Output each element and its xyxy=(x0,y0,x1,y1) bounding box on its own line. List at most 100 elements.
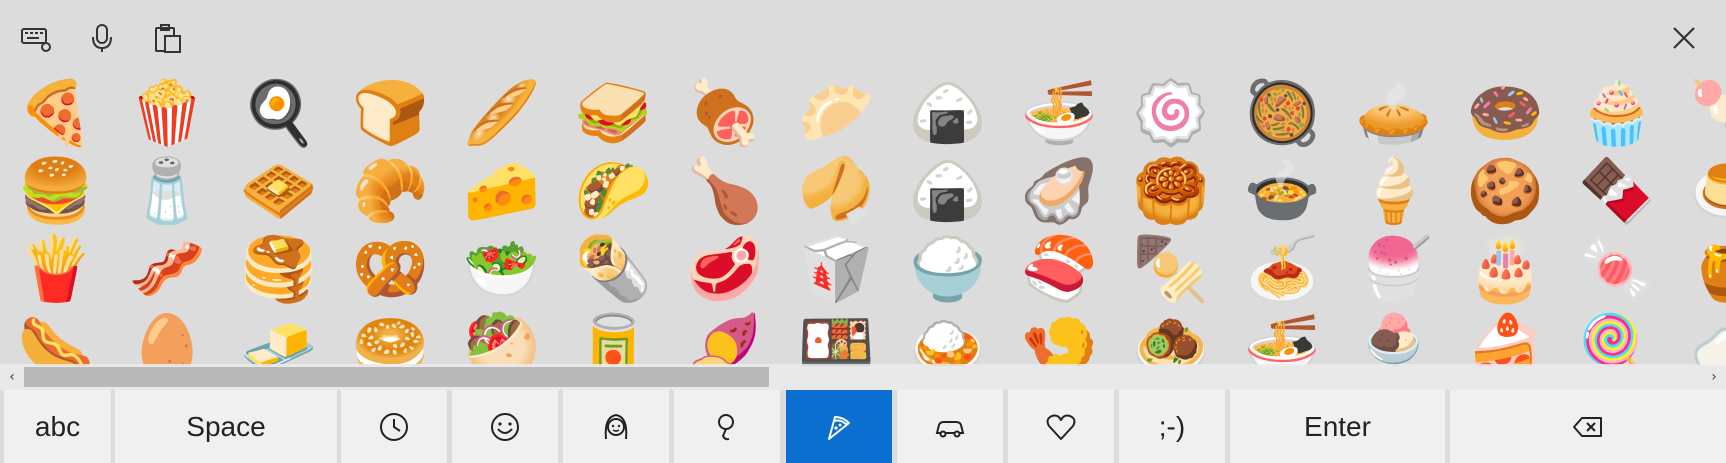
dictation-button[interactable] xyxy=(80,18,124,58)
emoji-cell[interactable]: 🦪 xyxy=(1004,152,1116,230)
emoji-cell[interactable]: 🍙 xyxy=(892,152,1004,230)
emoji-cell[interactable]: 🍛 xyxy=(892,308,1004,367)
close-button[interactable] xyxy=(1662,18,1706,58)
emoji-cell[interactable]: 🧆 xyxy=(1115,308,1227,367)
emoji-cell[interactable]: 🥮 xyxy=(1115,152,1227,230)
category-people[interactable] xyxy=(563,390,669,463)
emoji-cell[interactable]: 🍭 xyxy=(1561,308,1673,367)
emoji-cell[interactable]: 🍮 xyxy=(1673,152,1726,230)
backspace-icon xyxy=(1573,416,1602,437)
category-kaomoji[interactable]: ;-) xyxy=(1119,390,1225,463)
emoji-cell[interactable]: 🍧 xyxy=(1338,230,1450,308)
emoji-panel-toolbar xyxy=(0,0,1726,74)
recent-icon xyxy=(380,412,408,441)
emoji-cell[interactable]: 🍞 xyxy=(335,74,447,152)
category-celebrations[interactable] xyxy=(674,390,780,463)
emoji-cell[interactable]: 🍣 xyxy=(1004,230,1116,308)
emoji-cell[interactable]: 🥧 xyxy=(1338,74,1450,152)
abc-key[interactable]: abc xyxy=(4,390,111,463)
emoji-cell[interactable]: 🍡 xyxy=(1673,74,1726,152)
emoji-cell[interactable]: 🍪 xyxy=(1450,152,1562,230)
category-food[interactable] xyxy=(786,390,892,463)
emoji-grid: 🍕🍿🍳🍞🥖🥪🍖🥟🍙🍜🍥🥘🥧🍩🧁🍡🍔🧂🧇🥐🧀🌮🍗🥠🍙🦪🥮🍲🍦🍪🍫🍮🍟🥓🥞🥨🥗🌯🥩🥡… xyxy=(0,74,1726,367)
emoji-cell[interactable]: 🌭 xyxy=(0,308,112,367)
space-key[interactable]: Space xyxy=(115,390,337,463)
emoji-cell[interactable]: 🍨 xyxy=(1338,308,1450,367)
keyboard-settings-button[interactable] xyxy=(14,18,58,58)
emoji-cell[interactable]: 🍜 xyxy=(1004,74,1116,152)
emoji-cell[interactable]: 🥪 xyxy=(558,74,670,152)
emoji-cell[interactable]: 🍔 xyxy=(0,152,112,230)
travel-icon xyxy=(935,420,965,437)
emoji-cell[interactable]: 🥟 xyxy=(781,74,893,152)
emoji-cell[interactable]: 🎂 xyxy=(1450,230,1562,308)
emoji-cell[interactable]: 🍕 xyxy=(0,74,112,152)
category-symbols[interactable] xyxy=(1008,390,1114,463)
emoji-cell[interactable]: 🥘 xyxy=(1227,74,1339,152)
emoji-cell[interactable]: 🍤 xyxy=(1004,308,1116,367)
emoji-cell[interactable]: 🥡 xyxy=(781,230,893,308)
emoji-cell[interactable]: 🥠 xyxy=(781,152,893,230)
emoji-cell[interactable]: 🥐 xyxy=(335,152,447,230)
scroll-left-arrow[interactable]: ‹ xyxy=(0,364,24,390)
emoji-cell[interactable]: 🍝 xyxy=(1227,230,1339,308)
emoji-cell[interactable]: 🧂 xyxy=(112,152,224,230)
smiley-icon xyxy=(491,412,519,441)
emoji-cell[interactable]: 🍿 xyxy=(112,74,224,152)
keyboard-settings-icon xyxy=(21,28,51,52)
emoji-cell[interactable]: 🧇 xyxy=(223,152,335,230)
emoji-cell[interactable]: 🍩 xyxy=(1450,74,1562,152)
emoji-cell[interactable]: 🍫 xyxy=(1561,152,1673,230)
emoji-cell[interactable]: 🥞 xyxy=(223,230,335,308)
clipboard-button[interactable] xyxy=(146,18,190,58)
emoji-cell[interactable]: 🌮 xyxy=(558,152,670,230)
emoji-cell[interactable]: 🍠 xyxy=(669,308,781,367)
emoji-cell[interactable]: 🥨 xyxy=(335,230,447,308)
emoji-cell[interactable]: 🥯 xyxy=(335,308,447,367)
emoji-cell[interactable]: 🍟 xyxy=(0,230,112,308)
emoji-cell[interactable]: 🍬 xyxy=(1561,230,1673,308)
emoji-cell[interactable]: 🍢 xyxy=(1115,230,1227,308)
celebration-icon xyxy=(718,413,734,440)
emoji-cell[interactable]: 🧈 xyxy=(223,308,335,367)
horizontal-scrollbar[interactable]: ‹ › xyxy=(0,364,1726,390)
emoji-cell[interactable]: 🍱 xyxy=(781,308,893,367)
emoji-cell[interactable]: 🍙 xyxy=(892,74,1004,152)
emoji-cell[interactable]: 🌯 xyxy=(558,230,670,308)
kaomoji-label: ;-) xyxy=(1158,410,1186,442)
food-icon xyxy=(828,415,850,440)
emoji-cell[interactable]: 🥓 xyxy=(112,230,224,308)
category-smileys[interactable] xyxy=(452,390,558,463)
emoji-cell[interactable]: 🍳 xyxy=(223,74,335,152)
heart-icon xyxy=(1046,414,1076,440)
backspace-key[interactable] xyxy=(1450,390,1726,463)
emoji-cell[interactable]: 🍼 xyxy=(1673,308,1726,367)
emoji-cell[interactable]: 🥚 xyxy=(112,308,224,367)
emoji-cell[interactable]: 🥗 xyxy=(446,230,558,308)
people-icon xyxy=(604,413,628,439)
category-travel[interactable] xyxy=(897,390,1003,463)
emoji-cell[interactable]: 🥩 xyxy=(669,230,781,308)
space-key-label: Space xyxy=(186,410,266,442)
emoji-cell[interactable]: 🥙 xyxy=(446,308,558,367)
emoji-cell[interactable]: 🧁 xyxy=(1561,74,1673,152)
scroll-right-arrow[interactable]: › xyxy=(1702,364,1726,390)
emoji-cell[interactable]: 🍲 xyxy=(1227,152,1339,230)
emoji-cell[interactable]: 🍰 xyxy=(1450,308,1562,367)
emoji-cell[interactable]: 🥫 xyxy=(558,308,670,367)
emoji-cell[interactable]: 🍗 xyxy=(669,152,781,230)
emoji-cell[interactable]: 🍜 xyxy=(1227,308,1339,367)
emoji-cell[interactable]: 🧀 xyxy=(446,152,558,230)
enter-key[interactable]: Enter xyxy=(1230,390,1445,463)
emoji-cell[interactable]: 🍯 xyxy=(1673,230,1726,308)
emoji-cell[interactable]: 🍚 xyxy=(892,230,1004,308)
abc-key-label: abc xyxy=(34,410,81,442)
emoji-cell[interactable]: 🍥 xyxy=(1115,74,1227,152)
close-icon xyxy=(1673,27,1695,49)
emoji-cell[interactable]: 🍦 xyxy=(1338,152,1450,230)
emoji-cell[interactable]: 🥖 xyxy=(446,74,558,152)
scrollbar-thumb[interactable] xyxy=(24,367,769,387)
category-recent[interactable] xyxy=(341,390,447,463)
category-key-row: abc Space ;-) Enter xyxy=(0,390,1726,463)
emoji-cell[interactable]: 🍖 xyxy=(669,74,781,152)
